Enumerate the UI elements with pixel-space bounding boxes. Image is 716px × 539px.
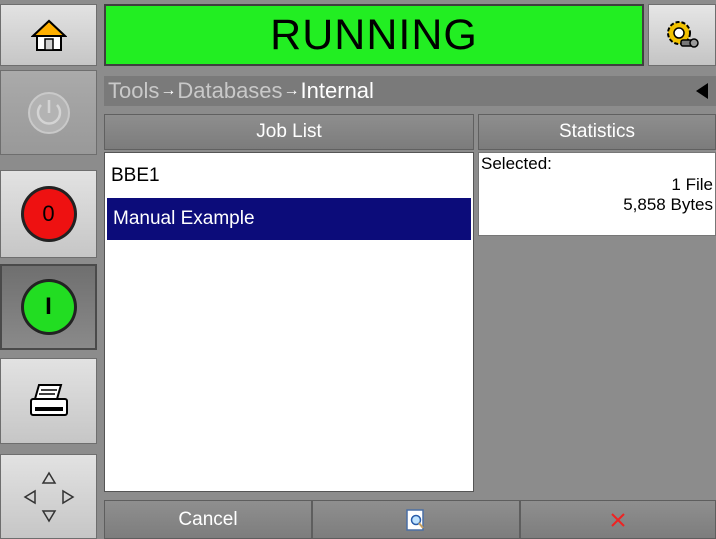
home-icon	[30, 19, 67, 51]
delete-icon	[611, 512, 625, 527]
status-bar: RUNNING	[104, 4, 644, 66]
cancel-label: Cancel	[178, 508, 238, 530]
breadcrumb-separator: →	[160, 82, 177, 99]
navigate-icon	[23, 471, 74, 522]
start-button[interactable]: I	[0, 264, 97, 350]
breadcrumb-tools[interactable]: Tools	[108, 78, 159, 104]
breadcrumb-separator: →	[283, 82, 300, 99]
back-arrow-icon[interactable]	[696, 83, 708, 99]
list-item[interactable]: BBE1	[105, 154, 473, 198]
start-label: I	[45, 293, 52, 320]
job-list-title: Job List	[256, 121, 322, 142]
list-item-selected[interactable]: Manual Example	[107, 198, 471, 240]
print-button[interactable]	[0, 358, 97, 444]
configuration-button[interactable]	[648, 4, 716, 66]
breadcrumb-internal: Internal	[300, 78, 374, 103]
job-list[interactable]: BBE1 Manual Example	[104, 152, 474, 492]
breadcrumb-databases[interactable]: Databases	[177, 78, 282, 104]
stop-label: 0	[42, 201, 55, 226]
job-list-header: Job List	[104, 114, 474, 150]
preview-icon	[406, 508, 424, 531]
breadcrumb: Tools → Databases → Internal	[104, 76, 716, 106]
navigate-button[interactable]	[0, 454, 97, 539]
home-button[interactable]	[0, 4, 97, 66]
selected-label: Selected:	[481, 154, 552, 173]
status-text: RUNNING	[270, 10, 478, 59]
statistics-panel: Selected: 1 File 5,858 Bytes	[478, 152, 716, 236]
selected-files: 1 File	[671, 175, 713, 194]
power-button[interactable]	[0, 70, 97, 155]
statistics-title: Statistics	[558, 121, 636, 142]
print-icon	[29, 384, 68, 416]
stop-button[interactable]: 0	[0, 170, 97, 258]
gear-icon	[667, 21, 699, 48]
selected-bytes: 5,858 Bytes	[623, 195, 713, 214]
job-name: BBE1	[111, 165, 160, 186]
preview-button[interactable]	[312, 500, 520, 539]
statistics-header: Statistics	[478, 114, 716, 150]
job-name: Manual Example	[113, 208, 255, 229]
cancel-button[interactable]: Cancel	[104, 500, 312, 539]
delete-button[interactable]	[520, 500, 716, 539]
power-icon	[27, 91, 70, 134]
